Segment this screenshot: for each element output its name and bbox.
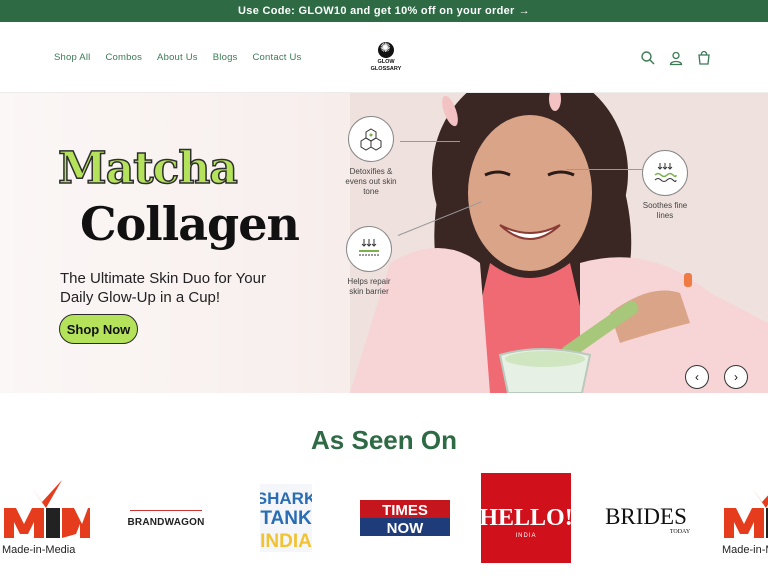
feature-fine-lines-label: Soothes fine lines	[642, 201, 688, 220]
callout-line	[566, 169, 642, 170]
svg-text:TODAY: TODAY	[670, 529, 691, 535]
site-logo[interactable]: GLOW GLOSSARY	[364, 40, 408, 76]
svg-text:SHARK: SHARK	[260, 489, 312, 508]
press-logo-brides-today[interactable]: BRIDES TODAY	[600, 502, 692, 536]
callout-line	[400, 141, 460, 142]
feature-fine-lines: Soothes fine lines	[642, 150, 688, 221]
chevron-right-icon: ›	[734, 370, 738, 384]
brandwagon-text: BRANDWAGON	[127, 517, 205, 528]
shop-now-button[interactable]: Shop Now	[59, 314, 138, 344]
molecule-icon	[348, 116, 394, 162]
press-logo-made-in-media-repeat[interactable]: Made-in-Media	[722, 480, 768, 560]
press-logos-strip: Made-in-Media BRANDWAGON SHARK TANK INDI…	[0, 470, 768, 566]
announcement-bar[interactable]: Use Code: GLOW10 and get 10% off on your…	[0, 0, 768, 22]
svg-text:HELLO!: HELLO!	[481, 505, 571, 531]
main-nav: Shop All Combos About Us Blogs Contact U…	[54, 52, 302, 63]
hero-title-line1: Matcha	[57, 142, 238, 195]
arrow-right-icon: →	[518, 5, 530, 17]
carousel-prev-button[interactable]: ‹	[685, 365, 709, 389]
hero-banner: Matcha Collagen The Ultimate Skin Duo fo…	[0, 93, 768, 393]
nav-shop-all[interactable]: Shop All	[54, 52, 90, 63]
logo-word-line2: GLOSSARY	[370, 66, 402, 72]
svg-text:TIMES: TIMES	[382, 502, 428, 519]
nav-contact-us[interactable]: Contact Us	[253, 52, 302, 63]
chevron-left-icon: ‹	[695, 370, 699, 384]
fine-lines-icon	[642, 150, 688, 196]
feature-detox-label: Detoxifies & evens out skin tone	[345, 167, 397, 196]
header-actions	[640, 50, 712, 66]
press-logo-made-in-media[interactable]: Made-in-Media	[2, 480, 90, 560]
svg-text:INDIA: INDIA	[515, 533, 536, 539]
hero-model-image	[350, 93, 768, 393]
svg-text:NOW: NOW	[387, 520, 425, 536]
svg-text:BRIDES: BRIDES	[605, 504, 687, 529]
skin-barrier-icon	[346, 226, 392, 272]
press-logo-shark-tank[interactable]: SHARK TANK INDIA	[256, 484, 317, 552]
announcement-text: Use Code: GLOW10 and get 10% off on your…	[238, 5, 515, 17]
hero-title-line2: Collagen	[80, 197, 300, 251]
made-in-media-text: Made-in-Media	[2, 544, 76, 556]
feature-detox: Detoxifies & evens out skin tone	[345, 116, 397, 197]
feature-barrier-label: Helps repair skin barrier	[347, 277, 391, 296]
press-logo-hello[interactable]: HELLO! INDIA	[481, 473, 571, 563]
press-logo-brandwagon[interactable]: BRANDWAGON	[127, 510, 205, 528]
hero-subtitle: The Ultimate Skin Duo for Your Daily Glo…	[60, 270, 266, 306]
nav-combos[interactable]: Combos	[105, 52, 142, 63]
feature-barrier: Helps repair skin barrier	[345, 226, 393, 297]
as-seen-on-title: As Seen On	[311, 425, 457, 455]
cart-icon[interactable]	[696, 50, 712, 66]
svg-text:TANK: TANK	[260, 508, 312, 529]
logo-mark-icon	[378, 40, 394, 58]
made-in-media-text: Made-in-Media	[722, 544, 768, 556]
account-icon[interactable]	[668, 50, 684, 66]
logo-word-line1: GLOW	[377, 59, 395, 65]
svg-text:INDIA: INDIA	[260, 531, 312, 552]
site-header: Shop All Combos About Us Blogs Contact U…	[0, 22, 768, 93]
nav-blogs[interactable]: Blogs	[213, 52, 238, 63]
nav-about-us[interactable]: About Us	[157, 52, 198, 63]
search-icon[interactable]	[640, 50, 656, 66]
carousel-next-button[interactable]: ›	[724, 365, 748, 389]
press-logo-times-now[interactable]: TIMES NOW	[360, 500, 450, 537]
